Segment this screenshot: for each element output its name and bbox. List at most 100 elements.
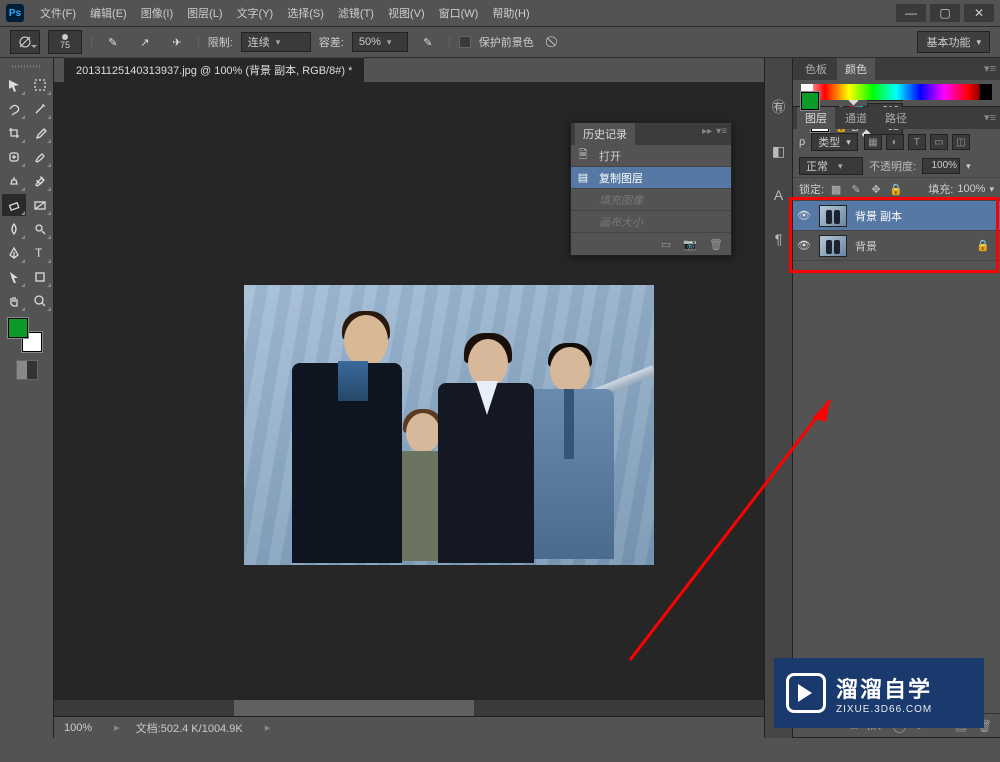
window-minimize-button[interactable]: — [896,4,926,22]
layer-name[interactable]: 背景 [855,238,877,254]
history-item[interactable]: 🗎打开 [571,145,731,167]
blend-mode-select[interactable]: 正常 [799,157,863,175]
layer-row[interactable]: 👁 背景 副本 [793,201,1000,231]
hand-tool[interactable] [2,290,26,312]
menu-window[interactable]: 窗口(W) [433,2,485,24]
eraser-tool[interactable] [2,194,26,216]
dock-history-icon[interactable]: ㊒ [770,98,788,116]
history-item[interactable]: ▤复制图层 [571,167,731,189]
dock-properties-icon[interactable]: ◧ [770,142,788,160]
visibility-toggle[interactable]: 👁 [797,209,811,222]
protect-fg-eyedropper-icon[interactable]: ⃠ [542,31,566,53]
window-maximize-button[interactable]: ▢ [930,4,960,22]
gradient-tool[interactable] [28,194,52,216]
pen-tool[interactable] [2,242,26,264]
layer-name[interactable]: 背景 副本 [855,208,902,224]
color-spectrum[interactable] [801,84,992,100]
magic-wand-tool[interactable] [28,98,52,120]
menu-view[interactable]: 视图(V) [382,2,431,24]
eyedropper-tool[interactable] [28,122,52,144]
lasso-tool[interactable] [2,98,26,120]
layers-panel: 图层 通道 路径 ▾≡ ρ 类型▾ ▦ ◐ T ▭ ◫ [793,107,1000,738]
menu-file[interactable]: 文件(F) [34,2,82,24]
filter-shape-icon[interactable]: ▭ [930,134,948,150]
menu-help[interactable]: 帮助(H) [486,2,535,24]
foreground-swatch[interactable] [8,318,28,338]
history-brush-tool[interactable] [28,170,52,192]
limit-select[interactable]: 连续 [241,32,311,52]
snapshot-icon[interactable]: 📷 [683,238,697,251]
protect-fg-checkbox[interactable] [459,36,471,48]
color-swatches[interactable] [8,318,42,352]
dock-para-icon[interactable]: ¶ [770,230,788,248]
brush-airbrush-icon[interactable]: ✈ [165,31,189,53]
dock-char-icon[interactable]: A [770,186,788,204]
zoom-level[interactable]: 100% [64,722,92,734]
shape-tool[interactable] [28,266,52,288]
crop-tool[interactable] [2,122,26,144]
menu-type[interactable]: 文字(Y) [231,2,280,24]
healing-brush-tool[interactable] [2,146,26,168]
tab-color[interactable]: 颜色 [837,58,875,80]
rect-marquee-tool[interactable] [28,74,52,96]
current-tool-preset[interactable] [10,30,40,54]
history-doc-icon[interactable]: ▭ [661,238,671,251]
tolerance-pressure-icon[interactable]: ✎ [416,31,440,53]
history-item[interactable]: 画布大小 [571,211,731,233]
tab-swatches[interactable]: 色板 [797,58,835,80]
history-item[interactable]: 填充图像 [571,189,731,211]
menu-filter[interactable]: 滤镜(T) [332,2,380,24]
move-tool[interactable] [2,74,26,96]
filter-adjust-icon[interactable]: ◐ [886,134,904,150]
layer-row[interactable]: 👁 背景 🔒 [793,231,1000,261]
svg-text:T: T [35,246,43,260]
layer-filter-kind[interactable]: 类型▾ [811,133,858,151]
brush-angle-icon[interactable]: ↗ [133,31,157,53]
brush-tool[interactable] [28,146,52,168]
palette-grip[interactable] [2,62,51,70]
panel-menu-icon[interactable]: ▾≡ [984,62,996,75]
menu-edit[interactable]: 编辑(E) [84,2,133,24]
menu-layer[interactable]: 图层(L) [181,2,228,24]
window-close-button[interactable]: ✕ [964,4,994,22]
brush-preset-picker[interactable]: 75 [48,30,82,54]
filter-smart-icon[interactable]: ◫ [952,134,970,150]
type-tool[interactable]: T [28,242,52,264]
quickmask-toggle[interactable] [16,360,38,380]
filter-pixel-icon[interactable]: ▦ [864,134,882,150]
dodge-tool[interactable] [28,218,52,240]
lock-all-icon[interactable]: 🔒 [888,182,904,196]
trash-icon[interactable]: 🗑 [709,238,723,251]
lock-move-icon[interactable]: ✥ [868,182,884,196]
panel-menu-icon[interactable]: ▾≡ [716,126,727,137]
docinfo-menu-icon[interactable]: ▸ [265,721,271,734]
play-icon [786,673,826,713]
layer-thumbnail[interactable] [819,205,847,227]
collapse-icon[interactable]: ▸▸ [702,126,712,137]
opacity-value[interactable]: 100% [922,158,960,174]
filter-type-icon[interactable]: T [908,134,926,150]
panel-menu-icon[interactable]: ▾≡ [984,111,996,124]
tab-history[interactable]: 历史记录 [575,123,635,145]
tab-channels[interactable]: 通道 [837,107,875,129]
menu-select[interactable]: 选择(S) [281,2,330,24]
horizontal-scrollbar[interactable] [54,700,764,716]
menu-image[interactable]: 图像(I) [135,2,179,24]
tolerance-select[interactable]: 50% [352,32,408,52]
brush-pressure-icon[interactable]: ✎ [101,31,125,53]
clone-stamp-tool[interactable] [2,170,26,192]
tab-paths[interactable]: 路径 [877,107,915,129]
document-tab[interactable]: 20131125140313937.jpg @ 100% (背景 副本, RGB… [64,57,364,82]
path-select-tool[interactable] [2,266,26,288]
doc-info[interactable]: 文档:502.4 K/1004.9K [136,720,243,736]
lock-trans-icon[interactable]: ▩ [828,182,844,196]
zoom-tool[interactable] [28,290,52,312]
visibility-toggle[interactable]: 👁 [797,239,811,252]
blur-tool[interactable] [2,218,26,240]
zoom-menu-icon[interactable]: ▸ [114,721,120,734]
tab-layers[interactable]: 图层 [797,107,835,129]
layer-thumbnail[interactable] [819,235,847,257]
workspace-switcher[interactable]: 基本功能▾ [917,31,990,53]
fill-value[interactable]: 100% [957,183,985,195]
lock-paint-icon[interactable]: ✎ [848,182,864,196]
